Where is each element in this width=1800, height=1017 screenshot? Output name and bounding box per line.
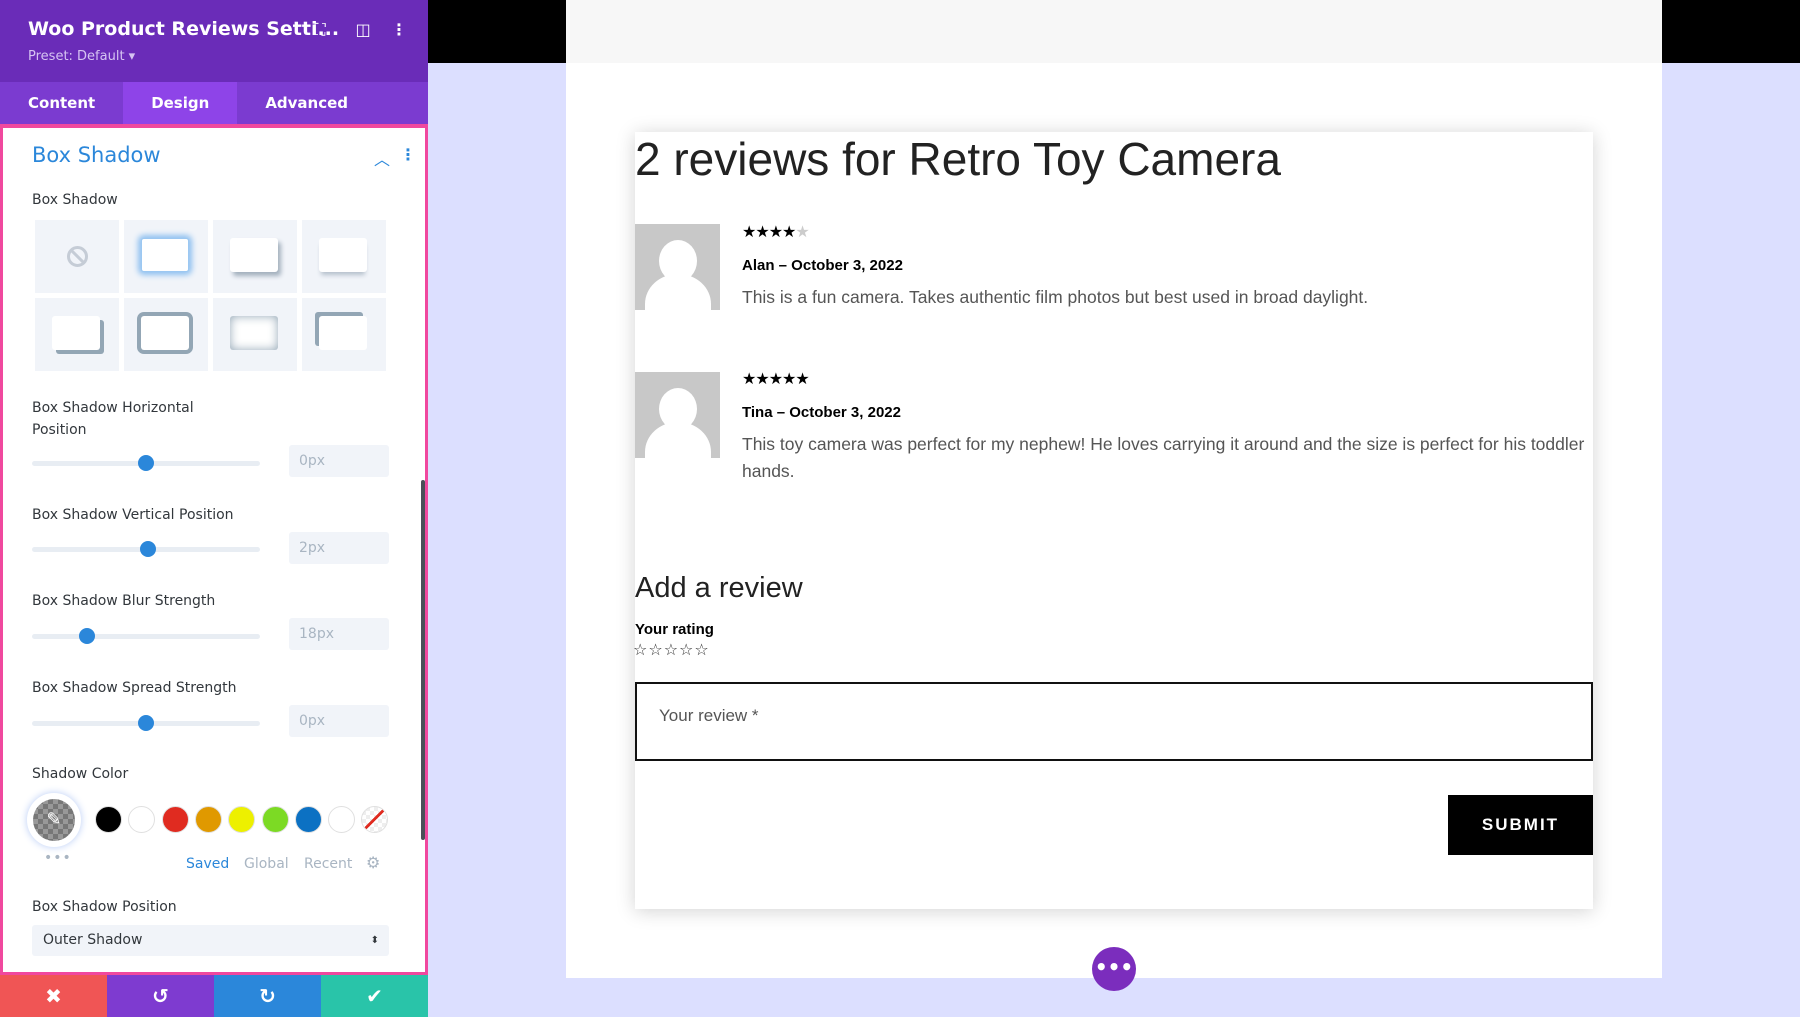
tab-advanced[interactable]: Advanced <box>237 82 376 124</box>
color-swatch[interactable] <box>228 806 256 833</box>
blur-strength-label: Box Shadow Blur Strength <box>32 593 216 609</box>
spread-strength-label: Box Shadow Spread Strength <box>32 680 237 696</box>
panel-title: Woo Product Reviews Setti... <box>28 18 340 40</box>
horizontal-position-input[interactable]: 0px <box>289 445 389 477</box>
layout-icon[interactable]: ◫ <box>352 20 374 39</box>
saved-colors-tab[interactable]: Saved <box>186 856 229 872</box>
save-button[interactable]: ✔ <box>321 975 428 1017</box>
review-author: Alan – October 3, 2022 <box>742 257 903 274</box>
star-rating: ★★★★★ <box>742 369 810 388</box>
shadow-preset-3[interactable] <box>302 220 386 293</box>
global-colors-tab[interactable]: Global <box>244 856 289 872</box>
review-text: This toy camera was perfect for my nephe… <box>742 434 1585 481</box>
star-rating: ★★★★★ <box>742 222 810 241</box>
review-author: Tina – October 3, 2022 <box>742 404 901 421</box>
spread-strength-input[interactable]: 0px <box>289 705 389 737</box>
action-bar: ✖ ↺ ↻ ✔ <box>0 975 428 1017</box>
shadow-preset-6[interactable] <box>213 298 297 371</box>
canvas-edge <box>428 0 566 63</box>
more-actions-button[interactable]: ••• <box>1092 947 1136 991</box>
shadow-preset-2[interactable] <box>213 220 297 293</box>
shadow-color-label: Shadow Color <box>32 766 129 782</box>
page-top-strip <box>566 0 1662 63</box>
horizontal-position-label: Box Shadow Horizontal Position <box>32 400 194 438</box>
avatar <box>635 224 720 310</box>
settings-panel: Woo Product Reviews Setti... Preset: Def… <box>0 0 428 1017</box>
panel-tabs: Content Design Advanced <box>0 82 428 124</box>
shadow-preset-4[interactable] <box>35 298 119 371</box>
tab-content[interactable]: Content <box>0 82 123 124</box>
cancel-button[interactable]: ✖ <box>0 975 107 1017</box>
eyedropper-icon: ✎ <box>33 799 75 841</box>
color-swatch[interactable] <box>95 806 122 833</box>
redo-button[interactable]: ↻ <box>214 975 321 1017</box>
more-options-icon[interactable]: ⋮ <box>388 20 410 39</box>
color-swatch[interactable] <box>328 806 356 833</box>
select-arrows-icon: ⬍ <box>370 935 379 946</box>
canvas-edge <box>1662 0 1800 63</box>
shadow-preset-grid <box>35 220 387 371</box>
section-menu-icon[interactable]: ⋮ <box>400 145 416 164</box>
color-swatch[interactable] <box>294 806 322 833</box>
focus-icon[interactable]: ⛶ <box>309 20 331 40</box>
gear-icon[interactable]: ⚙ <box>366 853 380 872</box>
color-picker-button[interactable]: ✎ <box>27 793 81 847</box>
your-rating-label: Your rating <box>635 621 714 638</box>
collapse-chevron-icon[interactable]: ︿ <box>374 146 390 170</box>
shadow-position-select[interactable]: Outer Shadow ⬍ <box>32 925 389 956</box>
blur-strength-slider[interactable] <box>32 628 260 644</box>
panel-header: Woo Product Reviews Setti... Preset: Def… <box>0 0 428 82</box>
recent-colors-tab[interactable]: Recent <box>304 856 352 872</box>
slider-knob[interactable] <box>78 628 95 644</box>
shadow-preset-1[interactable] <box>124 220 208 293</box>
undo-button[interactable]: ↺ <box>107 975 214 1017</box>
add-review-heading: Add a review <box>635 572 803 604</box>
avatar <box>635 372 720 458</box>
select-value: Outer Shadow <box>43 932 143 948</box>
vertical-position-slider[interactable] <box>32 541 260 557</box>
preset-dropdown[interactable]: Preset: Default ▾ <box>28 49 135 64</box>
color-swatch[interactable] <box>261 806 289 833</box>
reviews-module: 2 reviews for Retro Toy Camera ★★★★★ Ala… <box>633 132 1593 909</box>
review-textarea[interactable]: Your review * <box>635 682 1593 761</box>
color-swatch[interactable] <box>194 806 222 833</box>
shadow-position-label: Box Shadow Position <box>32 899 177 915</box>
color-swatch[interactable] <box>161 806 189 833</box>
rating-input-stars[interactable]: ☆☆☆☆☆ <box>633 640 710 659</box>
shadow-preset-none[interactable] <box>35 220 119 293</box>
horizontal-position-slider[interactable] <box>32 455 260 471</box>
panel-scrollbar[interactable] <box>421 480 425 840</box>
none-icon <box>67 246 88 267</box>
tab-design[interactable]: Design <box>123 82 238 124</box>
submit-button[interactable]: SUBMIT <box>1448 795 1593 855</box>
spread-strength-slider[interactable] <box>32 715 260 731</box>
more-colors-icon[interactable]: ••• <box>44 850 72 866</box>
review-text: This is a fun camera. Takes authentic fi… <box>742 287 1369 307</box>
vertical-position-label: Box Shadow Vertical Position <box>32 507 234 523</box>
shadow-preset-5[interactable] <box>124 298 208 371</box>
slider-knob[interactable] <box>138 455 154 471</box>
slider-knob[interactable] <box>138 715 154 731</box>
section-title[interactable]: Box Shadow <box>32 143 161 167</box>
box-shadow-label: Box Shadow <box>32 192 118 208</box>
shadow-preset-7[interactable] <box>302 298 386 371</box>
blur-strength-input[interactable]: 18px <box>289 618 389 650</box>
reviews-heading: 2 reviews for Retro Toy Camera <box>635 133 1281 185</box>
vertical-position-input[interactable]: 2px <box>289 532 389 564</box>
